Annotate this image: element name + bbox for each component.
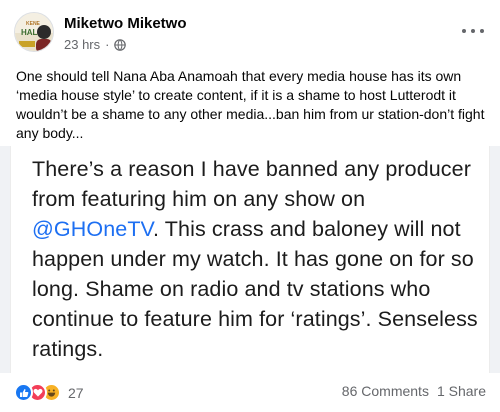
screenshot-text-before: There’s a reason I have banned any produ… — [32, 157, 471, 211]
post-footer: 27 86 Comments 1 Share — [0, 373, 500, 412]
author-name[interactable]: Miketwo Miketwo — [64, 15, 187, 32]
engagement-stats: 86 Comments 1 Share — [342, 383, 486, 399]
gh-one-tv-handle[interactable]: @GHOneTV — [32, 217, 153, 241]
comments-link[interactable]: 86 Comments — [342, 383, 429, 399]
avatar-image: KENE HALL — [15, 13, 53, 51]
reaction-count: 27 — [68, 384, 84, 401]
post-time[interactable]: 23 hrs — [64, 37, 100, 52]
dot-icon — [471, 29, 475, 33]
dot-icon — [480, 29, 484, 33]
author-avatar[interactable]: KENE HALL — [14, 12, 54, 52]
screenshot-text: There’s a reason I have banned any produ… — [32, 154, 482, 364]
globe-icon — [114, 38, 127, 51]
dot-icon — [462, 29, 466, 33]
like-icon — [14, 383, 33, 402]
post-header: KENE HALL Miketwo Miketwo 23 hrs · — [0, 0, 500, 64]
meta-separator: · — [105, 37, 110, 52]
embedded-screenshot: There’s a reason I have banned any produ… — [10, 146, 490, 373]
post-media[interactable]: There’s a reason I have banned any produ… — [0, 146, 500, 373]
more-options-button[interactable] — [462, 26, 484, 36]
avatar-text-top: KENE — [26, 21, 41, 27]
reactions-summary[interactable]: 27 — [14, 383, 84, 402]
post-meta: 23 hrs · — [64, 37, 127, 52]
shares-link[interactable]: 1 Share — [437, 383, 486, 399]
post-text: One should tell Nana Aba Anamoah that ev… — [16, 68, 485, 141]
